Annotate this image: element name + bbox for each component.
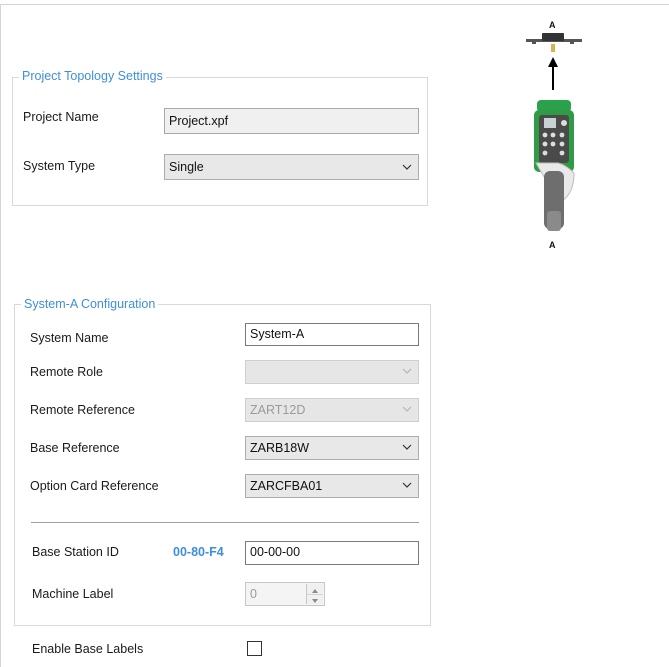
machine-label-stepper[interactable]: 0 bbox=[245, 582, 325, 606]
base-station-id-field[interactable]: 00-00-00 bbox=[245, 541, 419, 565]
option-card-reference-select[interactable]: ZARCFBA01 bbox=[245, 474, 419, 498]
base-station-id-prefix: 00-80-F4 bbox=[173, 545, 224, 559]
machine-label-label: Machine Label bbox=[32, 587, 114, 601]
option-card-reference-label: Option Card Reference bbox=[30, 479, 159, 493]
diagram-bottom-label: A bbox=[549, 240, 556, 250]
machine-label-value: 0 bbox=[250, 587, 257, 601]
remote-reference-select[interactable]: ZART12D bbox=[245, 398, 419, 422]
stepper-down-button[interactable] bbox=[307, 594, 323, 604]
system-name-field[interactable]: System-A bbox=[245, 323, 419, 346]
remote-base-diagram: A A bbox=[518, 15, 588, 255]
section-divider bbox=[31, 522, 419, 523]
project-topology-legend: Project Topology Settings bbox=[19, 69, 166, 83]
remote-device-icon bbox=[526, 33, 582, 231]
base-reference-select[interactable]: ZARB18W bbox=[245, 436, 419, 460]
chevron-down-icon bbox=[402, 480, 412, 490]
system-type-label: System Type bbox=[23, 159, 96, 173]
project-name-value: Project.xpf bbox=[169, 114, 229, 128]
remote-role-label: Remote Role bbox=[30, 365, 103, 379]
chevron-down-icon bbox=[402, 404, 412, 414]
project-name-label: Project Name bbox=[23, 110, 99, 124]
base-reference-label: Base Reference bbox=[30, 441, 120, 455]
project-topology-group bbox=[12, 77, 428, 206]
base-station-id-value: 00-00-00 bbox=[250, 545, 301, 559]
base-reference-value: ZARB18W bbox=[250, 441, 310, 455]
option-card-reference-value: ZARCFBA01 bbox=[250, 479, 323, 493]
project-name-field[interactable]: Project.xpf bbox=[164, 108, 419, 134]
system-type-select[interactable]: Single bbox=[164, 154, 419, 180]
chevron-down-icon bbox=[402, 162, 412, 172]
stepper-buttons bbox=[306, 584, 323, 604]
remote-reference-value: ZART12D bbox=[250, 403, 306, 417]
system-type-value: Single bbox=[169, 160, 204, 174]
chevron-down-icon bbox=[402, 442, 412, 452]
remote-reference-label: Remote Reference bbox=[30, 403, 135, 417]
remote-role-select[interactable] bbox=[245, 360, 419, 384]
window-frame-top bbox=[0, 4, 669, 5]
system-a-config-group bbox=[14, 304, 431, 626]
system-a-config-legend: System-A Configuration bbox=[21, 297, 159, 311]
base-station-id-label: Base Station ID bbox=[32, 545, 119, 559]
caret-down-icon bbox=[312, 599, 318, 603]
enable-base-labels-checkbox[interactable] bbox=[247, 641, 262, 656]
window-frame-left bbox=[0, 4, 1, 667]
chevron-down-icon bbox=[402, 366, 412, 376]
system-name-label: System Name bbox=[30, 331, 109, 345]
system-name-value: System-A bbox=[250, 327, 305, 341]
enable-base-labels-label: Enable Base Labels bbox=[32, 642, 144, 656]
